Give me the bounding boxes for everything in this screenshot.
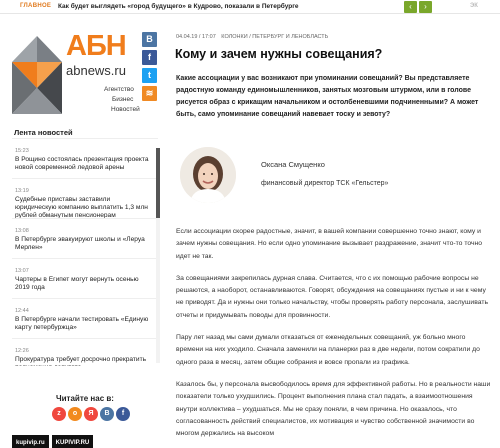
news-feed-title: Лента новостей [14,128,73,137]
facebook-icon[interactable]: f [142,50,157,65]
news-headline[interactable]: В Петербурге эвакуируют школы и «Леруа М… [15,236,153,252]
news-time: 12:26 [15,348,29,354]
social-links: B f t ≋ [142,32,158,104]
yandex-zen-icon[interactable]: z [52,407,66,421]
logo-brand: АБН [66,30,127,62]
article-paragraph: За совещаниями закрепилась дурная слава.… [176,274,489,319]
vk-icon[interactable]: B [100,407,114,421]
news-feed-item[interactable]: 15:23 В Рощино состоялась презентация пр… [12,138,158,178]
partner-banners: kupivip.ru KUPIVIP.RU [12,431,96,448]
logo-tagline-3: Новостей [111,106,140,113]
news-feed-item[interactable]: 13:08 В Петербурге эвакуируют школы и «Л… [12,218,158,258]
news-time: 13:19 [15,188,29,194]
ticker-prev-button[interactable]: ‹ [404,1,417,13]
news-feed-item[interactable]: 12:26 Прокуратура требует досрочно прекр… [12,338,158,366]
news-headline[interactable]: В Рощино состоялась презентация проекта … [15,156,153,172]
read-us-title: Читайте нас в: [56,394,114,403]
news-feed-scroll-thumb[interactable] [156,148,160,218]
news-headline[interactable]: В Петербурге начали тестировать «Единую … [15,316,153,332]
author-block: Оксана Смущенко финансовый директор ТСК … [176,142,492,210]
author-role: финансовый директор ТСК «Гельстер» [261,180,389,187]
article-body: Если ассоциации скорее радостные, значит… [176,226,494,448]
article-meta: 04.04.19 / 17:07 КОЛОНКИ / ПЕТЕРБУРГ И Л… [176,34,328,40]
news-headline[interactable]: Судебные приставы заставили юридическую … [15,196,153,220]
news-feed-item[interactable]: 13:07 Чартеры в Египет могут вернуть осе… [12,258,158,298]
yandex-icon[interactable]: Я [84,407,98,421]
author-photo [180,147,236,203]
author-name: Оксана Смущенко [261,160,325,169]
news-feed-item[interactable]: 12:44 В Петербурге начали тестировать «Е… [12,298,158,338]
news-feed-list: 15:23 В Рощино состоялась презентация пр… [12,138,158,366]
site-logo[interactable]: АБН abnews.ru Агентство Бизнес Новостей [8,30,140,120]
article-paragraph: Пару лет назад мы сами думали отказаться… [176,334,480,366]
logo-domain: abnews.ru [66,63,126,78]
news-time: 12:44 [15,308,29,314]
news-time: 13:08 [15,228,29,234]
ticker-label: ГЛАВНОЕ [20,3,52,9]
article-tags[interactable]: КОЛОНКИ / ПЕТЕРБУРГ И ЛЕНОБЛАСТЬ [221,34,328,40]
ticker-next-button[interactable]: › [419,1,432,13]
article-paragraph: Казалось бы, у персонала высвободилось в… [176,380,491,438]
ticker-right-text: ЭК [470,3,478,9]
rss-icon[interactable]: ≋ [142,86,157,101]
news-feed-item[interactable]: 13:19 Судебные приставы заставили юридич… [12,178,158,220]
article-date: 04.04.19 / 17:07 [176,34,216,40]
partner-banner[interactable]: KUPIVIP.RU [50,434,95,448]
logo-emblem-icon [12,36,62,114]
news-time: 15:23 [15,148,29,154]
article-paragraph: Если ассоциации скорее радостные, значит… [176,228,483,260]
article-title: Кому и зачем нужны совещания? [175,47,383,61]
article-lead: Какие ассоциации у вас возникают при упо… [176,75,479,118]
twitter-icon[interactable]: t [142,68,157,83]
news-headline[interactable]: Чартеры в Египет могут вернуть осенью 20… [15,276,153,292]
read-us-icons: zоЯBf [52,407,132,423]
logo-tagline-1: Агентство [104,86,134,93]
news-feed-scrollbar[interactable] [156,148,160,363]
news-headline[interactable]: Прокуратура требует досрочно прекратить … [15,356,153,366]
facebook-icon[interactable]: f [116,407,130,421]
news-time: 13:07 [15,268,29,274]
vk-icon[interactable]: B [142,32,157,47]
ticker-headline-link[interactable]: Как будет выглядеть «город будущего» в К… [58,3,299,10]
top-news-ticker: ГЛАВНОЕ Как будет выглядеть «город будущ… [0,0,500,14]
partner-banner[interactable]: kupivip.ru [12,435,49,448]
odnoklassniki-icon[interactable]: о [68,407,82,421]
logo-tagline-2: Бизнес [112,96,134,103]
